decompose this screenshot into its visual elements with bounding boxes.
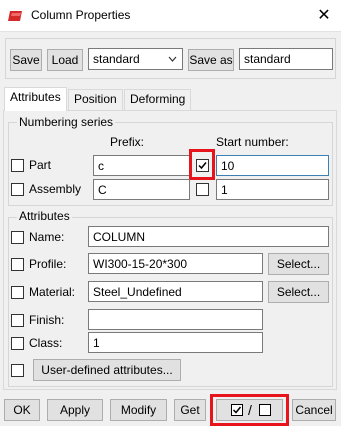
assembly-label: Assembly bbox=[29, 182, 82, 196]
user-defined-attributes-checkbox[interactable] bbox=[11, 364, 24, 377]
chevron-down-icon[interactable] bbox=[168, 49, 177, 69]
modify-button[interactable]: Modify bbox=[110, 399, 167, 421]
attributes-tab-panel: Numbering series Prefix: Start number: P… bbox=[3, 110, 337, 390]
title-bar: Column Properties ✕ bbox=[0, 0, 341, 32]
toggle-all-checkboxes-button[interactable]: / bbox=[216, 399, 283, 421]
cancel-button[interactable]: Cancel bbox=[292, 399, 336, 421]
material-label: Material: bbox=[29, 285, 76, 299]
unchecked-box-icon bbox=[259, 404, 271, 416]
finish-field[interactable] bbox=[88, 309, 263, 330]
app-icon bbox=[8, 11, 22, 21]
load-combo-value: standard bbox=[93, 52, 140, 66]
get-button[interactable]: Get bbox=[174, 399, 206, 421]
class-field[interactable]: 1 bbox=[88, 332, 263, 353]
assembly-prefix-field[interactable]: C bbox=[93, 179, 190, 200]
start-number-header: Start number: bbox=[216, 135, 289, 149]
name-field[interactable]: COLUMN bbox=[88, 226, 329, 247]
profile-select-button[interactable]: Select... bbox=[268, 253, 329, 275]
class-checkbox[interactable] bbox=[11, 337, 24, 350]
material-field[interactable]: Steel_Undefined bbox=[88, 281, 263, 302]
part-start-number-checkbox[interactable] bbox=[196, 159, 209, 172]
toolbar-group: Save Load standard Save as standard bbox=[5, 38, 336, 79]
tab-position[interactable]: Position bbox=[68, 89, 123, 110]
bottom-button-bar: OK Apply Modify Get / Cancel bbox=[0, 393, 341, 426]
user-defined-attributes-button[interactable]: User-defined attributes... bbox=[33, 359, 181, 381]
save-as-name-field[interactable]: standard bbox=[239, 48, 333, 70]
finish-checkbox[interactable] bbox=[11, 314, 24, 327]
profile-checkbox[interactable] bbox=[11, 258, 24, 271]
finish-label: Finish: bbox=[29, 313, 65, 327]
name-label: Name: bbox=[29, 230, 65, 244]
load-button[interactable]: Load bbox=[47, 49, 83, 71]
checked-box-icon bbox=[231, 404, 243, 416]
class-label: Class: bbox=[29, 336, 63, 350]
save-button[interactable]: Save bbox=[10, 49, 42, 71]
material-checkbox[interactable] bbox=[11, 286, 24, 299]
prefix-header: Prefix: bbox=[110, 135, 145, 149]
assembly-start-number-checkbox[interactable] bbox=[196, 183, 209, 196]
numbering-series-title: Numbering series bbox=[17, 115, 116, 129]
close-icon[interactable]: ✕ bbox=[314, 6, 334, 26]
part-prefix-field[interactable]: c bbox=[93, 155, 190, 176]
toggle-separator: / bbox=[248, 402, 252, 418]
tab-deforming[interactable]: Deforming bbox=[124, 89, 191, 110]
material-select-button[interactable]: Select... bbox=[268, 281, 329, 303]
ok-button[interactable]: OK bbox=[4, 399, 40, 421]
save-as-button[interactable]: Save as bbox=[188, 49, 234, 71]
profile-field[interactable]: WI300-15-20*300 bbox=[88, 253, 263, 274]
assembly-start-number-field[interactable]: 1 bbox=[216, 179, 329, 200]
profile-label: Profile: bbox=[29, 257, 67, 271]
window-title: Column Properties bbox=[31, 8, 131, 22]
part-label: Part bbox=[29, 158, 52, 172]
apply-button[interactable]: Apply bbox=[47, 399, 103, 421]
attributes-group-title: Attributes bbox=[17, 209, 72, 223]
assembly-checkbox[interactable] bbox=[11, 183, 24, 196]
part-start-number-field[interactable]: 10 bbox=[216, 155, 329, 176]
tab-attributes[interactable]: Attributes bbox=[4, 87, 67, 111]
load-combo[interactable]: standard bbox=[88, 48, 183, 70]
checkmark-icon bbox=[198, 162, 207, 170]
part-checkbox[interactable] bbox=[11, 159, 24, 172]
name-checkbox[interactable] bbox=[11, 231, 24, 244]
